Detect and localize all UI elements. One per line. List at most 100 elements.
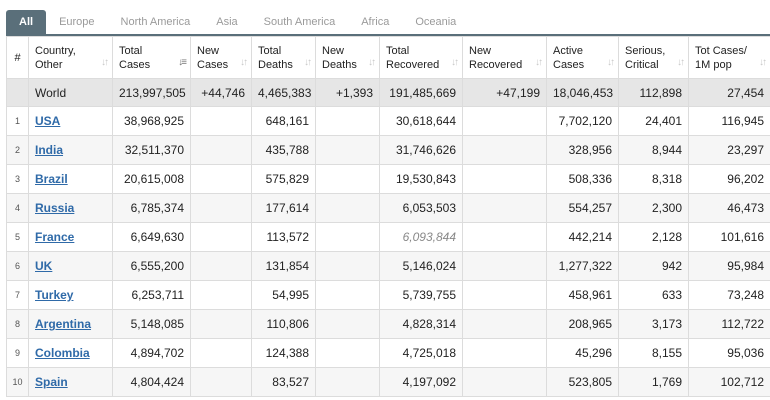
country-link[interactable]: Russia: [35, 201, 74, 215]
total-recovered-cell: 19,530,843: [379, 164, 463, 194]
total-cases-cell: 5,148,085: [112, 309, 191, 339]
total-deaths-cell: 177,614: [251, 193, 316, 223]
header-country[interactable]: Country, Other ↓↑: [28, 36, 113, 79]
total-deaths-cell: 110,806: [251, 309, 316, 339]
sort-arrows-icon[interactable]: ↓↑: [759, 56, 767, 70]
total-deaths-cell: 575,829: [251, 164, 316, 194]
country-link[interactable]: USA: [35, 114, 60, 128]
header-serious-line2: Critical: [625, 58, 659, 71]
total-cases-cell: 6,785,374: [112, 193, 191, 223]
row-index: 2: [6, 135, 29, 165]
row-index: 6: [6, 251, 29, 281]
country-link[interactable]: Brazil: [35, 172, 68, 186]
tab-all[interactable]: All: [6, 10, 47, 34]
table-row: 4 Russia 6,785,374 177,614 6,053,503 554,257 2…: [6, 193, 770, 223]
tot-cases-per-1m-cell: 95,984: [688, 251, 770, 281]
header-new-deaths-line2: Deaths: [322, 58, 357, 71]
total-deaths-cell: 83,527: [251, 367, 316, 397]
table-row: 6 UK 6,555,200 131,854 5,146,024 1,277,322 942…: [6, 251, 770, 281]
table-row: 3 Brazil 20,615,008 575,829 19,530,843 508,33…: [6, 164, 770, 194]
new-cases-cell: [190, 338, 252, 368]
total-recovered-cell: 6,093,844: [379, 222, 463, 252]
country-link[interactable]: Spain: [35, 375, 68, 389]
sort-arrows-icon[interactable]: ↓↑: [240, 56, 248, 70]
tot-cases-per-1m-cell: 112,722: [688, 309, 770, 339]
sort-arrows-icon[interactable]: ↓↑: [451, 56, 459, 70]
new-cases-cell: [190, 309, 252, 339]
world-index-cell: [6, 78, 29, 107]
tab-south-america[interactable]: South America: [251, 10, 349, 34]
table-row: 10 Spain 4,804,424 83,527 4,197,092 523,805 1,…: [6, 367, 770, 397]
country-cell: Brazil: [28, 164, 113, 194]
sort-arrows-icon[interactable]: ↓↑: [304, 56, 312, 70]
sort-arrows-icon[interactable]: ↓↑: [535, 56, 543, 70]
table-row: 1 USA 38,968,925 648,161 30,618,644 7,702,120…: [6, 106, 770, 136]
header-total-recovered[interactable]: Total Recovered ↓↑: [379, 36, 463, 79]
tab-oceania[interactable]: Oceania: [402, 10, 469, 34]
active-cases-cell: 458,961: [546, 280, 619, 310]
new-deaths-cell: [315, 338, 380, 368]
row-index: 8: [6, 309, 29, 339]
header-tot-cases-per-1m[interactable]: Tot Cases/1M pop ↓↑: [688, 36, 770, 79]
total-recovered-cell: 4,828,314: [379, 309, 463, 339]
header-total-recovered-line2: Recovered: [386, 58, 440, 71]
header-new-deaths[interactable]: New Deaths ↓↑: [315, 36, 380, 79]
sort-arrows-icon[interactable]: ↓↑: [607, 56, 615, 70]
total-deaths-cell: 113,572: [251, 222, 316, 252]
header-total-deaths[interactable]: Total Deaths ↓↑: [251, 36, 316, 79]
tot-cases-per-1m-cell: 101,616: [688, 222, 770, 252]
new-recovered-cell: [462, 309, 547, 339]
country-link[interactable]: Colombia: [35, 346, 90, 360]
total-cases-cell: 6,253,711: [112, 280, 191, 310]
sort-arrows-icon[interactable]: ↓↑: [368, 56, 376, 70]
header-new-recovered-line2: Recovered: [469, 58, 523, 71]
country-cell: France: [28, 222, 113, 252]
active-cases-cell: 208,965: [546, 309, 619, 339]
table-row: 2 India 32,511,370 435,788 31,746,626 328,956…: [6, 135, 770, 165]
tab-europe[interactable]: Europe: [46, 10, 107, 34]
header-index: #: [6, 36, 29, 79]
country-link[interactable]: France: [35, 230, 74, 244]
row-index: 9: [6, 338, 29, 368]
serious-critical-cell: 942: [618, 251, 689, 281]
serious-critical-cell: 1,769: [618, 367, 689, 397]
tab-asia[interactable]: Asia: [203, 10, 250, 34]
world-new-cases: +44,746: [190, 78, 252, 107]
serious-critical-cell: 8,318: [618, 164, 689, 194]
total-recovered-cell: 5,146,024: [379, 251, 463, 281]
tab-africa[interactable]: Africa: [348, 10, 402, 34]
sort-arrows-icon[interactable]: ↓↑: [101, 56, 109, 70]
header-new-cases[interactable]: New Cases ↓↑: [190, 36, 252, 79]
tot-cases-per-1m-cell: 116,945: [688, 106, 770, 136]
header-index-label: #: [14, 51, 21, 64]
new-deaths-cell: [315, 164, 380, 194]
total-recovered-cell: 5,739,755: [379, 280, 463, 310]
new-recovered-cell: [462, 367, 547, 397]
sort-arrows-icon[interactable]: ↓↑: [677, 56, 685, 70]
country-link[interactable]: Turkey: [35, 288, 73, 302]
new-cases-cell: [190, 164, 252, 194]
continent-tabs: All Europe North America Asia South America A…: [6, 10, 469, 34]
world-serious-critical: 112,898: [618, 78, 689, 107]
country-link[interactable]: Argentina: [35, 317, 91, 331]
country-link[interactable]: India: [35, 143, 63, 157]
active-cases-cell: 442,214: [546, 222, 619, 252]
sort-descending-icon[interactable]: ↓≡: [178, 56, 187, 70]
header-new-recovered[interactable]: New Recovered ↓↑: [462, 36, 547, 79]
covid-stats-table: # Country, Other ↓↑ Total Cases ↓≡ New Cases ↓…: [6, 36, 770, 397]
total-recovered-cell: 4,725,018: [379, 338, 463, 368]
total-deaths-cell: 124,388: [251, 338, 316, 368]
tot-cases-per-1m-cell: 95,036: [688, 338, 770, 368]
table-row: 9 Colombia 4,894,702 124,388 4,725,018 45,296…: [6, 338, 770, 368]
row-index: 7: [6, 280, 29, 310]
new-recovered-cell: [462, 135, 547, 165]
country-cell: Colombia: [28, 338, 113, 368]
header-active-cases[interactable]: Active Cases ↓↑: [546, 36, 619, 79]
tab-north-america[interactable]: North America: [108, 10, 204, 34]
header-total-cases[interactable]: Total Cases ↓≡: [112, 36, 191, 79]
new-deaths-cell: [315, 135, 380, 165]
header-serious-critical[interactable]: Serious, Critical ↓↑: [618, 36, 689, 79]
total-recovered-cell: 31,746,626: [379, 135, 463, 165]
total-cases-cell: 32,511,370: [112, 135, 191, 165]
country-link[interactable]: UK: [35, 259, 52, 273]
